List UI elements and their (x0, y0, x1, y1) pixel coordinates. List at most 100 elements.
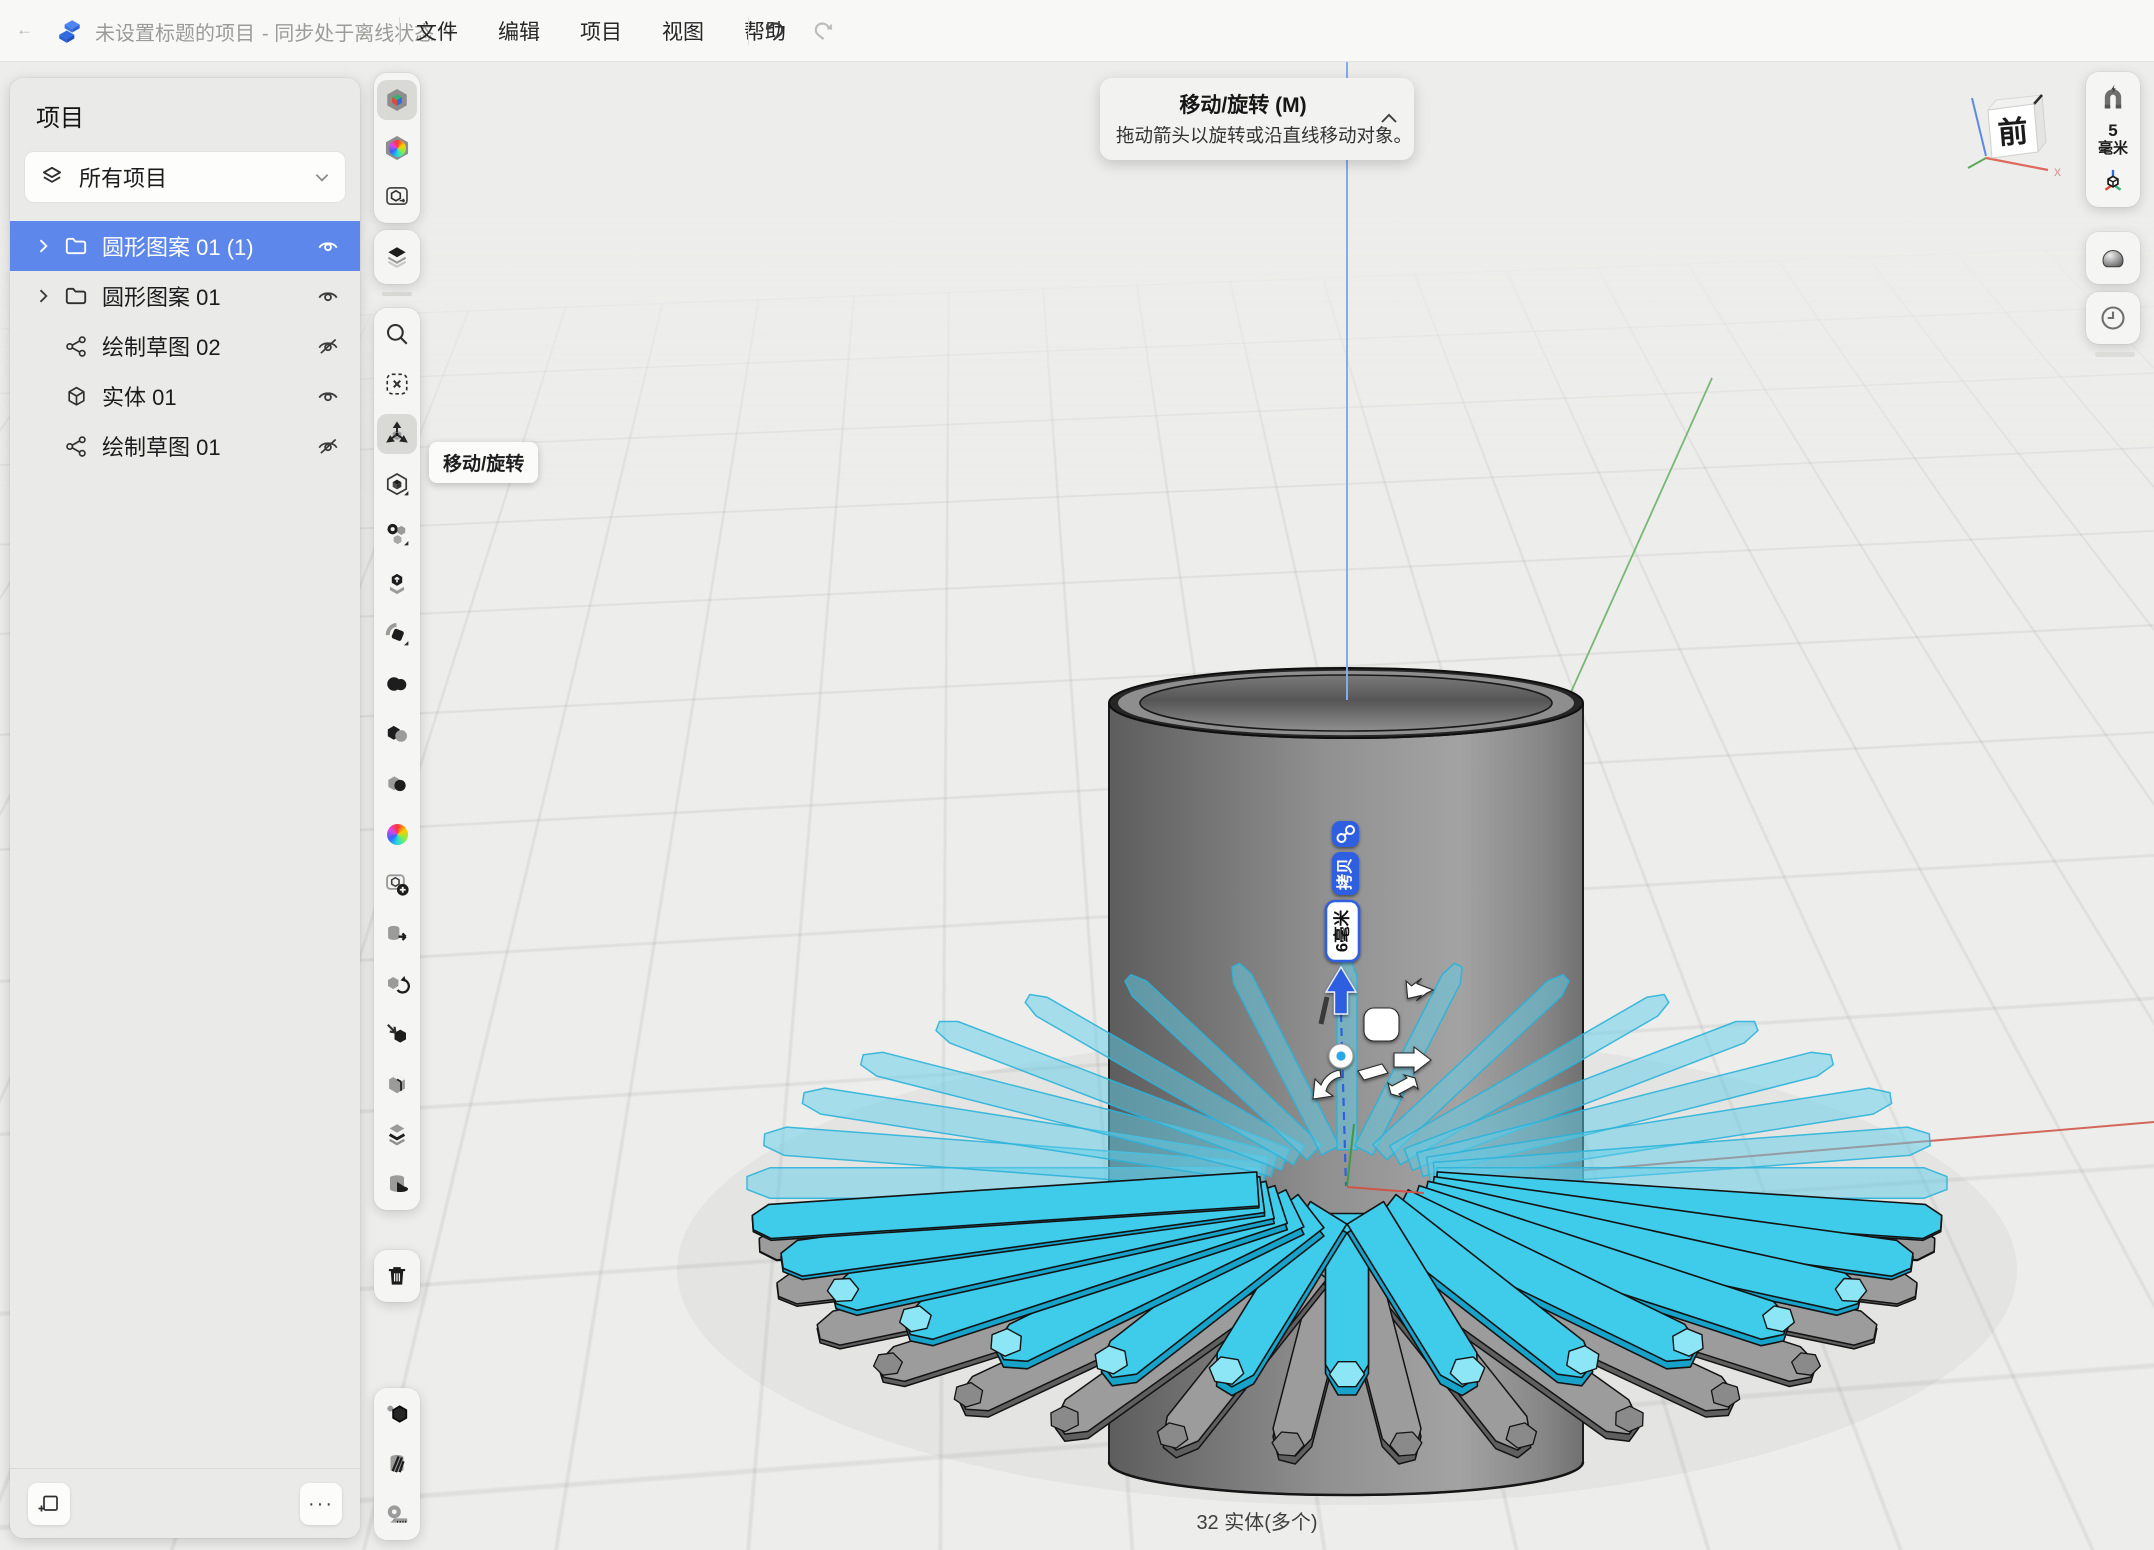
visibility-eye-icon[interactable] (314, 384, 342, 408)
sync-status-text: - 同步处于离线状态 (262, 17, 434, 46)
layers-button[interactable] (377, 237, 417, 277)
selection-status: 32 实体(多个) (360, 1506, 2154, 1535)
item-row-body[interactable]: 实体 01 (10, 371, 360, 421)
union-button[interactable] (377, 664, 417, 704)
copy-badge[interactable]: 拷贝 (1332, 852, 1359, 895)
menu-file[interactable]: 文件 (416, 16, 458, 46)
chevron-down-icon (313, 168, 331, 186)
item-row-folder[interactable]: 圆形图案 01 (10, 271, 360, 321)
items-list: 圆形图案 01 (1) 圆形图案 01 绘制草图 02 (10, 221, 360, 471)
sketch-icon (60, 334, 92, 359)
revolve-button[interactable] (377, 614, 417, 654)
item-row-sketch[interactable]: 绘制草图 02 (10, 321, 360, 371)
distance-badge-label: 6毫米 (1332, 909, 1352, 952)
shading-sphere-button[interactable] (2093, 238, 2133, 278)
shell-button[interactable] (377, 1064, 417, 1104)
menu-project[interactable]: 项目 (580, 16, 622, 46)
title-bar: ← 未设置标题的项目 - 同步处于离线状态 文件 编辑 项目 视图 帮助 (0, 0, 2154, 62)
items-filter-label: 所有项目 (79, 161, 299, 193)
visibility-eye-off-icon[interactable] (314, 434, 342, 458)
item-row-sketch[interactable]: 绘制草图 01 (10, 421, 360, 471)
item-label: 圆形图案 01 (1) (102, 230, 314, 262)
chevron-right-icon[interactable] (26, 236, 60, 256)
visibility-eye-off-icon[interactable] (314, 334, 342, 358)
rgb-cube-button[interactable] (377, 80, 417, 120)
view-cube[interactable]: 前 x (1962, 86, 2072, 190)
free-move-handle[interactable] (1364, 1008, 1399, 1041)
x-axis-label: x (2054, 163, 2061, 179)
align-button[interactable] (377, 464, 417, 504)
gizmo-center-dot (1336, 1051, 1345, 1060)
deselect-button[interactable] (377, 364, 417, 404)
intersect-button[interactable] (377, 764, 417, 804)
trash-button[interactable] (377, 1256, 417, 1296)
export-box-button[interactable] (377, 176, 417, 216)
all-items-icon (39, 164, 65, 190)
grid-size-display[interactable]: 5 毫米 (2098, 122, 2128, 157)
tool-hint-card: 移动/旋转 (M) 拖动箭头以旋转或沿直线移动对象。 (1100, 78, 1414, 160)
copy-badge-label: 拷贝 (1335, 858, 1354, 890)
items-sidebar: 项目 所有项目 圆形图案 01 (1) 圆形图案 01 (10, 78, 360, 1538)
document-title[interactable]: 未设置标题的项目 - 同步处于离线状态 (95, 0, 457, 62)
move-rotate-button[interactable] (377, 414, 417, 454)
grid-size-unit: 毫米 (2098, 141, 2128, 158)
snap-settings-group: 5 毫米 (2086, 72, 2140, 207)
split-button[interactable] (377, 1164, 417, 1204)
modeling-tools-group (374, 308, 420, 1210)
distance-badge[interactable]: 6毫米 (1326, 901, 1359, 961)
item-label: 圆形图案 01 (102, 280, 314, 312)
offset-button[interactable] (377, 1114, 417, 1154)
search-button[interactable] (377, 314, 417, 354)
more-options-button[interactable]: ··· (300, 1483, 342, 1525)
extrude-button[interactable] (377, 564, 417, 604)
hint-description: 拖动箭头以旋转或沿直线移动对象。 (1116, 122, 1370, 148)
items-filter-dropdown[interactable]: 所有项目 (24, 151, 346, 203)
add-item-button[interactable] (28, 1483, 70, 1525)
export-body-button[interactable] (377, 914, 417, 954)
hint-title: 移动/旋转 (M) (1116, 89, 1370, 119)
subtract-button[interactable] (377, 714, 417, 754)
color-wheel-icon (385, 136, 409, 160)
delete-group (374, 1250, 420, 1302)
add-body-button[interactable] (377, 864, 417, 904)
folder-icon (60, 283, 92, 309)
document-title-text: 未设置标题的项目 (95, 17, 255, 46)
history-group (2086, 292, 2140, 344)
push-button[interactable] (377, 1014, 417, 1054)
redo-button[interactable] (804, 13, 840, 49)
menu-edit[interactable]: 编辑 (498, 16, 540, 46)
item-label: 绘制草图 01 (102, 430, 314, 462)
pattern-button[interactable] (377, 514, 417, 554)
paint-button[interactable] (377, 814, 417, 854)
axis-orientation-button[interactable] (2093, 161, 2133, 201)
body-cube-icon (60, 384, 92, 409)
view-tools-group (374, 73, 420, 223)
history-clock-button[interactable] (2093, 298, 2133, 338)
layers-icon (384, 244, 410, 270)
replace-button[interactable] (377, 964, 417, 1004)
menubar-divider (399, 17, 400, 45)
view-cube-face-label[interactable]: 前 (1997, 115, 2030, 150)
paint-color-wheel-icon (387, 824, 408, 845)
section-button[interactable] (377, 1444, 417, 1484)
back-icon[interactable]: ← (16, 20, 33, 40)
snap-magnet-button[interactable] (2093, 78, 2133, 118)
app-logo-icon (56, 17, 84, 45)
undo-button[interactable] (758, 13, 794, 49)
menu-view[interactable]: 视图 (662, 16, 704, 46)
chevron-up-icon[interactable] (1377, 107, 1401, 131)
visibility-eye-icon[interactable] (314, 234, 342, 258)
sketch-icon (60, 434, 92, 459)
visibility-eye-icon[interactable] (314, 284, 342, 308)
grid-size-value: 5 (2098, 122, 2128, 141)
menu-bar: 文件 编辑 项目 视图 帮助 (416, 0, 786, 62)
material-button[interactable] (377, 1394, 417, 1434)
layers-group (374, 230, 420, 284)
chevron-right-icon[interactable] (26, 286, 60, 306)
sidebar-title: 项目 (10, 78, 360, 133)
measure-button[interactable] (377, 1494, 417, 1534)
panel-drag-handle[interactable] (2095, 352, 2135, 357)
color-wheel-button[interactable] (377, 128, 417, 168)
item-row-folder-selected[interactable]: 圆形图案 01 (1) (10, 221, 360, 271)
link-badge[interactable] (1332, 821, 1359, 847)
